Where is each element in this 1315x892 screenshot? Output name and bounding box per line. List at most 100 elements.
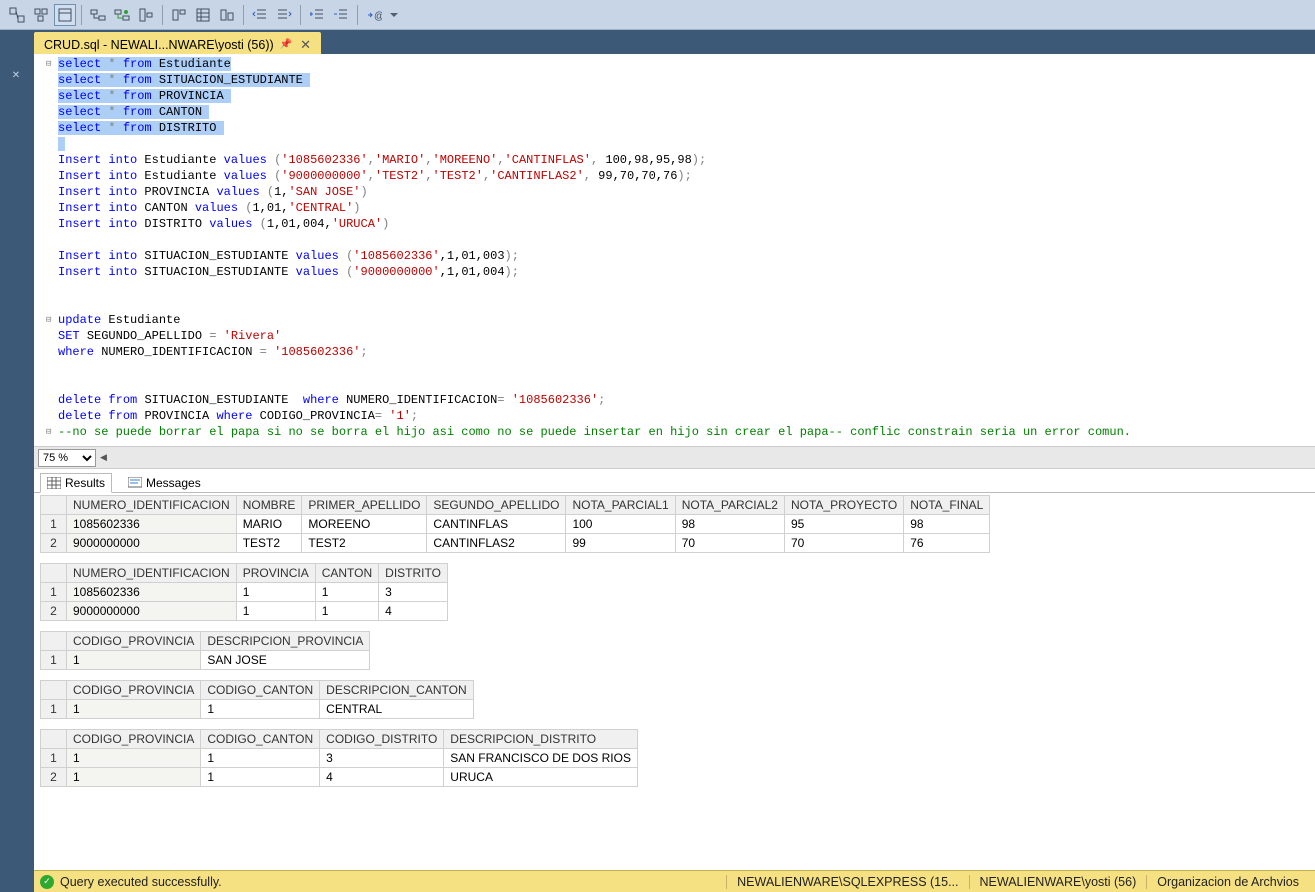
toolbar-btn-1[interactable] <box>6 4 28 26</box>
cell[interactable]: 76 <box>904 534 990 553</box>
column-header[interactable]: NOTA_PARCIAL2 <box>675 496 784 515</box>
toolbar: @ <box>0 0 1315 30</box>
cell[interactable]: TEST2 <box>302 534 427 553</box>
pin-icon[interactable]: 📌 <box>280 39 292 50</box>
close-icon[interactable]: ✕ <box>298 37 313 53</box>
cell[interactable]: 4 <box>320 768 444 787</box>
table-row[interactable]: 1113SAN FRANCISCO DE DOS RIOS <box>41 749 638 768</box>
indent-icon[interactable] <box>273 4 295 26</box>
toolbar-btn-9[interactable] <box>216 4 238 26</box>
tab-messages[interactable]: Messages <box>122 474 207 492</box>
cell[interactable]: 70 <box>784 534 903 553</box>
cell[interactable]: 1085602336 <box>67 583 237 602</box>
cell[interactable]: 4 <box>379 602 448 621</box>
cell[interactable]: URUCA <box>444 768 638 787</box>
cell[interactable]: SAN JOSE <box>201 651 370 670</box>
cell[interactable]: 9000000000 <box>67 534 237 553</box>
toolbar-btn-5[interactable] <box>111 4 133 26</box>
toolbar-dropdown-icon[interactable] <box>387 4 401 26</box>
table-row[interactable]: 2114URUCA <box>41 768 638 787</box>
outdent-icon[interactable] <box>249 4 271 26</box>
cell[interactable]: 1 <box>67 700 201 719</box>
cell[interactable]: 70 <box>675 534 784 553</box>
column-header[interactable]: SEGUNDO_APELLIDO <box>427 496 566 515</box>
cell[interactable]: 1 <box>236 602 315 621</box>
results-body[interactable]: NUMERO_IDENTIFICACIONNOMBREPRIMER_APELLI… <box>34 493 1315 870</box>
column-header[interactable]: DESCRIPCION_DISTRITO <box>444 730 638 749</box>
cell[interactable]: 3 <box>379 583 448 602</box>
uncomment-icon[interactable] <box>330 4 352 26</box>
cell[interactable]: SAN FRANCISCO DE DOS RIOS <box>444 749 638 768</box>
column-header[interactable]: CODIGO_PROVINCIA <box>67 681 201 700</box>
toolbar-btn-3[interactable] <box>54 4 76 26</box>
column-header[interactable]: CANTON <box>315 564 378 583</box>
column-header[interactable]: PRIMER_APELLIDO <box>302 496 427 515</box>
tab-results[interactable]: Results <box>40 473 112 493</box>
zoom-select[interactable]: 75 % <box>38 449 96 467</box>
column-header[interactable]: CODIGO_PROVINCIA <box>67 730 201 749</box>
sql-editor[interactable]: ⊟select * from Estudiante select * from … <box>34 54 1315 446</box>
toolbar-sep-5 <box>357 5 358 25</box>
svg-text:@: @ <box>374 11 382 22</box>
column-header[interactable]: DESCRIPCION_CANTON <box>320 681 473 700</box>
cell[interactable]: 98 <box>675 515 784 534</box>
cell[interactable]: TEST2 <box>236 534 302 553</box>
toolbar-btn-6[interactable] <box>135 4 157 26</box>
table-row[interactable]: 111CENTRAL <box>41 700 474 719</box>
column-header[interactable]: NOMBRE <box>236 496 302 515</box>
cell[interactable]: 1 <box>201 768 320 787</box>
result-grid-4[interactable]: CODIGO_PROVINCIACODIGO_CANTONDESCRIPCION… <box>40 680 474 719</box>
result-grid-1[interactable]: NUMERO_IDENTIFICACIONNOMBREPRIMER_APELLI… <box>40 495 990 553</box>
table-row[interactable]: 11085602336MARIOMOREENOCANTINFLAS1009895… <box>41 515 990 534</box>
result-grid-3[interactable]: CODIGO_PROVINCIADESCRIPCION_PROVINCIA11S… <box>40 631 370 670</box>
cell[interactable]: CANTINFLAS <box>427 515 566 534</box>
column-header[interactable]: NOTA_FINAL <box>904 496 990 515</box>
toolbar-btn-8[interactable] <box>192 4 214 26</box>
toolbar-btn-at[interactable]: @ <box>363 4 385 26</box>
tab-crud-sql[interactable]: CRUD.sql - NEWALI...NWARE\yosti (56)) 📌 … <box>34 32 321 54</box>
column-header[interactable]: NUMERO_IDENTIFICACION <box>67 496 237 515</box>
cell[interactable]: 99 <box>566 534 675 553</box>
cell[interactable]: 1 <box>201 700 320 719</box>
cell[interactable]: MOREENO <box>302 515 427 534</box>
column-header[interactable]: DISTRITO <box>379 564 448 583</box>
column-header[interactable]: CODIGO_PROVINCIA <box>67 632 201 651</box>
column-header[interactable]: NUMERO_IDENTIFICACION <box>67 564 237 583</box>
cell[interactable]: 1 <box>236 583 315 602</box>
scroll-left-icon[interactable]: ◀ <box>100 452 107 463</box>
cell[interactable]: 1 <box>67 651 201 670</box>
panel-close-icon[interactable]: ✕ <box>6 70 26 84</box>
table-row[interactable]: 11SAN JOSE <box>41 651 370 670</box>
comment-icon[interactable] <box>306 4 328 26</box>
result-grid-2[interactable]: NUMERO_IDENTIFICACIONPROVINCIACANTONDIST… <box>40 563 448 621</box>
column-header[interactable]: CODIGO_CANTON <box>201 730 320 749</box>
table-row[interactable]: 11085602336113 <box>41 583 448 602</box>
cell[interactable]: 95 <box>784 515 903 534</box>
result-grid-5[interactable]: CODIGO_PROVINCIACODIGO_CANTONCODIGO_DIST… <box>40 729 638 787</box>
column-header[interactable]: CODIGO_DISTRITO <box>320 730 444 749</box>
cell[interactable]: CENTRAL <box>320 700 473 719</box>
column-header[interactable]: CODIGO_CANTON <box>201 681 320 700</box>
cell[interactable]: 1 <box>315 602 378 621</box>
cell[interactable]: 1 <box>67 749 201 768</box>
toolbar-btn-7[interactable] <box>168 4 190 26</box>
column-header[interactable]: NOTA_PROYECTO <box>784 496 903 515</box>
cell[interactable]: 1 <box>315 583 378 602</box>
toolbar-btn-4[interactable] <box>87 4 109 26</box>
cell[interactable]: 98 <box>904 515 990 534</box>
cell[interactable]: MARIO <box>236 515 302 534</box>
column-header[interactable]: DESCRIPCION_PROVINCIA <box>201 632 370 651</box>
cell[interactable]: 1 <box>201 749 320 768</box>
column-header[interactable]: NOTA_PARCIAL1 <box>566 496 675 515</box>
table-row[interactable]: 29000000000114 <box>41 602 448 621</box>
cell[interactable]: 3 <box>320 749 444 768</box>
column-header[interactable]: PROVINCIA <box>236 564 315 583</box>
cell[interactable]: CANTINFLAS2 <box>427 534 566 553</box>
table-row[interactable]: 29000000000TEST2TEST2CANTINFLAS299707076 <box>41 534 990 553</box>
cell[interactable]: 100 <box>566 515 675 534</box>
zoom-bar: 75 % ◀ <box>34 446 1315 468</box>
cell[interactable]: 9000000000 <box>67 602 237 621</box>
cell[interactable]: 1 <box>67 768 201 787</box>
toolbar-btn-2[interactable] <box>30 4 52 26</box>
cell[interactable]: 1085602336 <box>67 515 237 534</box>
